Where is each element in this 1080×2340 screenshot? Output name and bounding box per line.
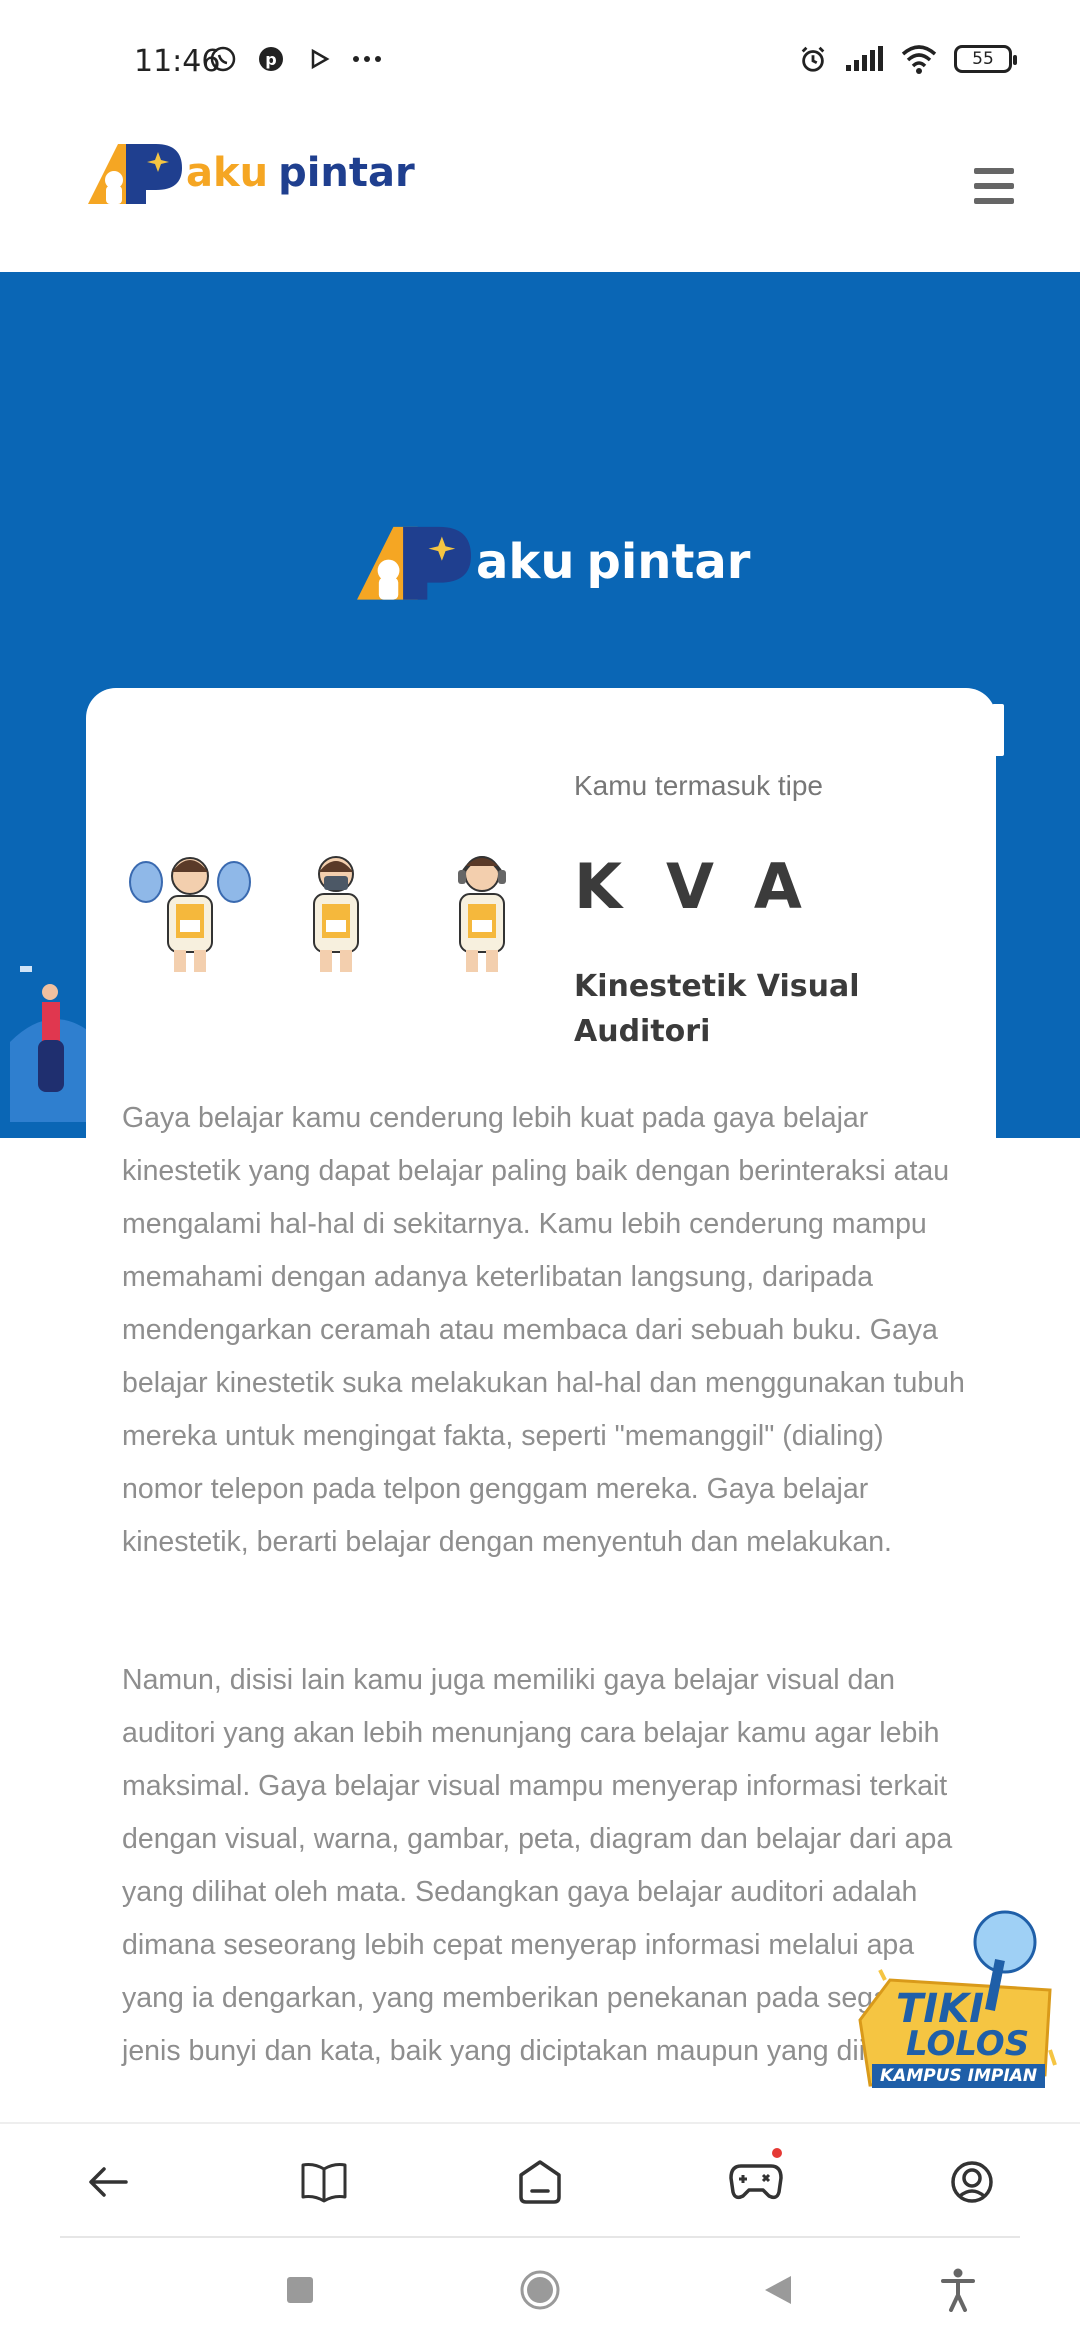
signal-icon	[844, 44, 884, 74]
header-logo[interactable]: aku pintar	[86, 140, 415, 206]
hero-logo-text-pintar: pintar	[586, 534, 751, 590]
type-intro: Kamu termasuk tipe	[574, 770, 823, 801]
play-icon	[304, 44, 334, 74]
pinterest-icon: p	[256, 44, 286, 74]
system-nav	[0, 2240, 1080, 2340]
book-icon[interactable]	[294, 2152, 354, 2212]
home-icon[interactable]	[510, 2152, 570, 2212]
whatsapp-icon	[208, 44, 238, 74]
type-name: Kinestetik Visual Auditori	[574, 969, 860, 1049]
hamburger-menu-icon[interactable]	[974, 168, 1014, 204]
promo-line-3: KAMPUS IMPIAN	[872, 2064, 1046, 2088]
status-right-icons: 55	[798, 44, 1017, 74]
type-code: KVA	[574, 850, 846, 923]
description-paragraph-1: Gaya belajar kamu cenderung lebih kuat p…	[122, 1102, 965, 1558]
profile-icon[interactable]	[942, 2152, 1002, 2212]
battery-icon: 55	[954, 45, 1017, 73]
recents-icon[interactable]	[272, 2262, 328, 2318]
hero-logo-mark-icon	[354, 522, 474, 602]
logo-mark-icon	[86, 140, 184, 206]
description-paragraph-2: Namun, disisi lain kamu juga memiliki ga…	[122, 1664, 953, 2067]
visual-figure-icon	[270, 846, 402, 976]
back-icon[interactable]	[78, 2152, 138, 2212]
battery-level: 55	[972, 49, 994, 69]
logo-text-aku: aku	[186, 150, 269, 196]
hero-logo: aku pintar	[354, 522, 750, 602]
promo-badge[interactable]: TIKI LOLOS KAMPUS IMPIAN	[850, 1900, 1060, 2100]
promo-line-2: LOLOS	[906, 2024, 1030, 2064]
auditory-figure-icon	[416, 846, 548, 976]
hero-logo-text-aku: aku	[476, 534, 575, 590]
learning-style-illustrations	[124, 846, 548, 976]
game-icon[interactable]	[726, 2148, 786, 2212]
svg-text:p: p	[265, 50, 276, 69]
kinesthetic-figure-icon	[124, 846, 256, 976]
bottom-nav	[0, 2122, 1080, 2238]
logo-text-pintar: pintar	[278, 150, 415, 196]
more-icon	[352, 44, 382, 74]
wifi-icon	[900, 44, 938, 74]
alarm-icon	[798, 44, 828, 74]
status-bar: 11:46 p 55	[0, 0, 1080, 120]
accessibility-icon[interactable]	[930, 2262, 986, 2318]
notification-dot	[772, 2148, 782, 2158]
hero-decoration-person-icon	[10, 962, 90, 1122]
site-header: aku pintar	[0, 120, 1080, 272]
home-circle-icon[interactable]	[512, 2262, 568, 2318]
status-left-icons: p	[208, 44, 382, 74]
nav-divider	[60, 2236, 1020, 2238]
back-triangle-icon[interactable]	[750, 2262, 806, 2318]
